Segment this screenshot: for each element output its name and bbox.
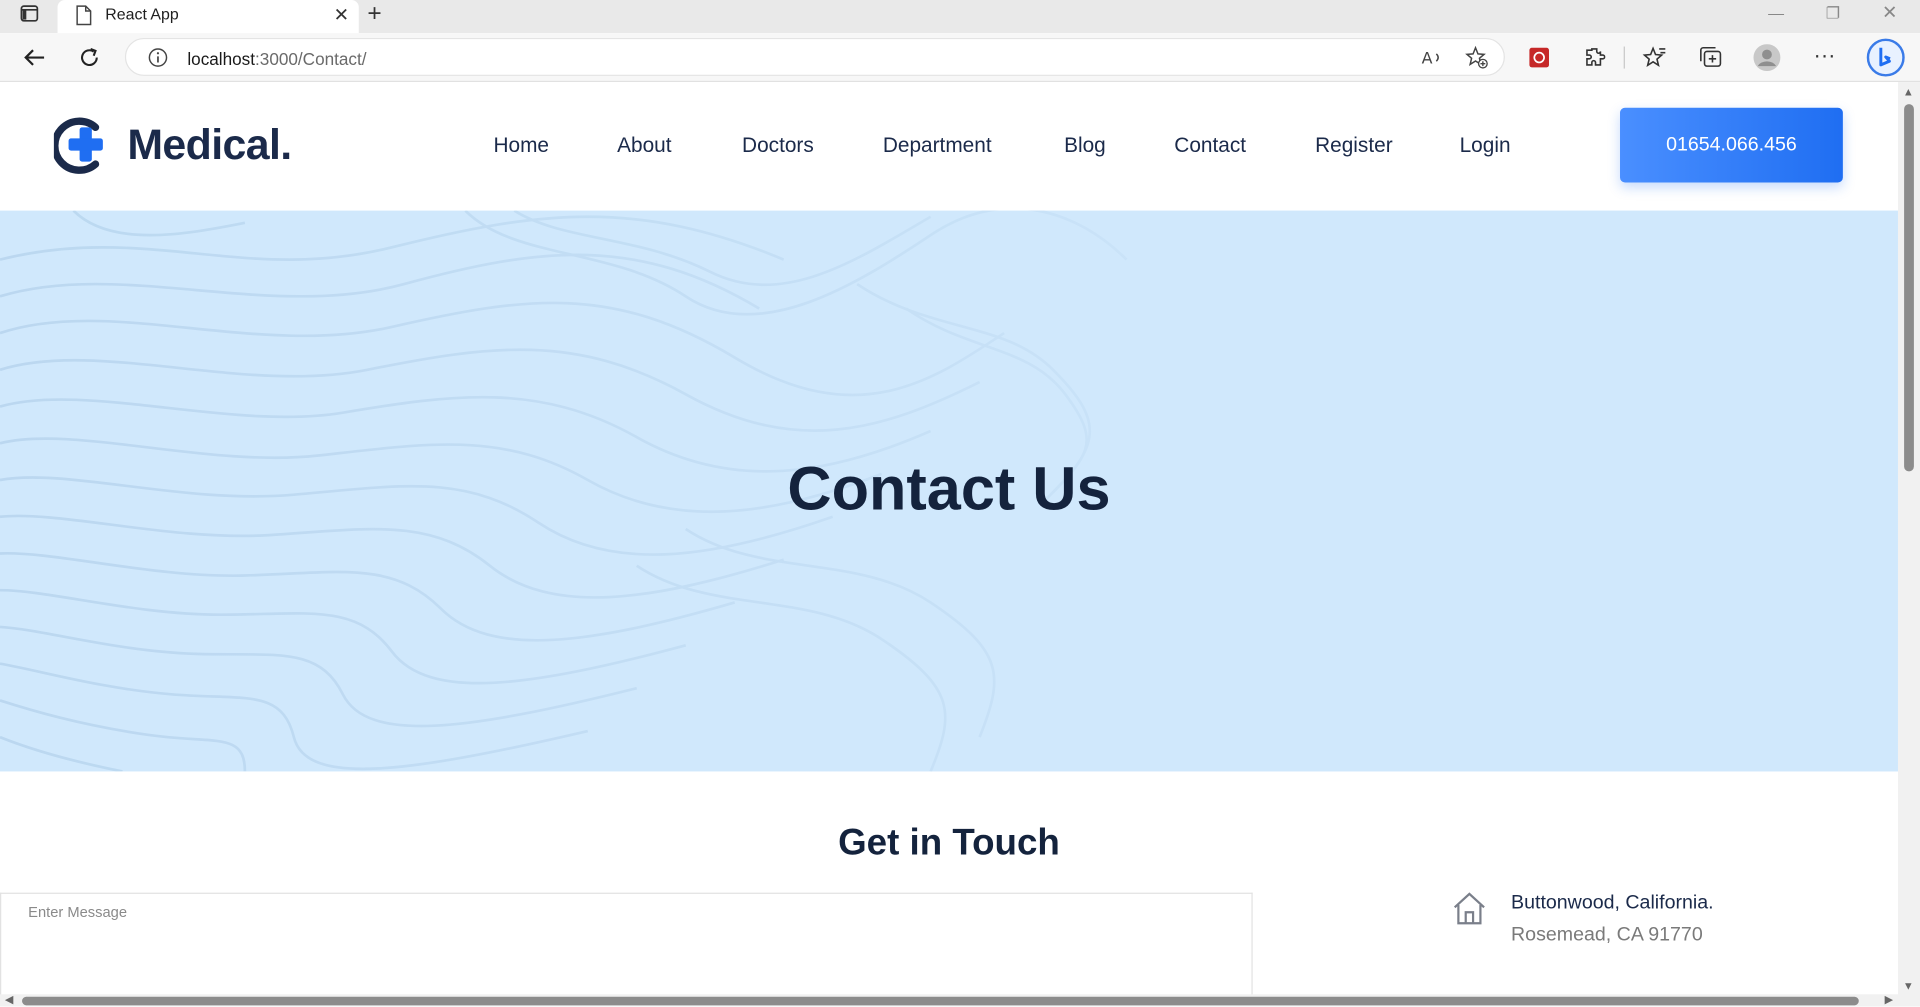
url-host: localhost <box>187 48 256 69</box>
favorites-icon[interactable] <box>1641 44 1668 71</box>
get-in-touch-heading: Get in Touch <box>838 822 1060 864</box>
favorite-add-icon[interactable] <box>1463 44 1490 71</box>
restore-icon[interactable]: ❐ <box>1826 4 1840 24</box>
browser-toolbar: localhost:3000/Contact/ A ··· <box>0 33 1920 83</box>
address-bar[interactable]: localhost:3000/Contact/ A <box>124 37 1505 76</box>
nav-about[interactable]: About <box>617 133 671 157</box>
reload-icon[interactable] <box>76 44 103 71</box>
scroll-up-icon[interactable]: ▲ <box>1903 86 1914 98</box>
back-icon[interactable] <box>21 44 48 71</box>
extensions-icon[interactable] <box>1581 44 1608 71</box>
more-menu-icon[interactable]: ··· <box>1811 42 1838 69</box>
tab-title: React App <box>105 4 179 24</box>
page-icon <box>75 5 92 32</box>
logo-text: Medical. <box>127 121 292 169</box>
nav-doctors[interactable]: Doctors <box>742 133 814 157</box>
read-aloud-icon[interactable]: A <box>1419 44 1446 71</box>
nav-department[interactable]: Department <box>883 133 992 157</box>
toolbar-divider <box>1623 46 1625 69</box>
phone-button[interactable]: 01654.066.456 <box>1620 107 1843 183</box>
site-info-icon[interactable] <box>148 48 168 74</box>
nav-register[interactable]: Register <box>1315 133 1393 157</box>
logo[interactable]: Medical. <box>53 116 292 175</box>
new-tab-icon[interactable]: + <box>367 0 381 28</box>
nav-blog[interactable]: Blog <box>1064 133 1106 157</box>
svg-text:A: A <box>1422 49 1433 68</box>
nav-contact[interactable]: Contact <box>1174 133 1246 157</box>
home-address-icon <box>1451 890 1488 933</box>
vertical-scroll-thumb[interactable] <box>1904 104 1914 472</box>
hero-banner: Contact Us <box>0 210 1898 772</box>
browser-window: React App ✕ + — ❐ ✕ localhost:3000/Conta… <box>0 0 1920 1007</box>
nav-home[interactable]: Home <box>493 133 549 157</box>
nav-login[interactable]: Login <box>1460 133 1511 157</box>
scroll-left-icon[interactable]: ◀ <box>5 993 13 1006</box>
horizontal-scroll-thumb[interactable] <box>22 996 1859 1006</box>
sidebar-toggle-icon[interactable] <box>20 4 40 30</box>
extension-red-icon[interactable] <box>1526 44 1553 71</box>
vertical-scrollbar[interactable]: ▲ ▼ <box>1897 82 1920 1007</box>
tab-close-icon[interactable]: ✕ <box>334 4 349 26</box>
site-header: Medical. Home About Doctors Department B… <box>0 82 1898 211</box>
url-text[interactable]: localhost:3000/Contact/ <box>187 49 366 69</box>
medical-cross-logo-icon <box>53 117 103 174</box>
minimize-icon[interactable]: — <box>1768 4 1784 22</box>
horizontal-scrollbar[interactable]: ◀ ▶ <box>0 993 1898 1007</box>
message-field[interactable] <box>0 892 1253 1007</box>
tab-bar: React App ✕ + — ❐ ✕ <box>0 0 1920 34</box>
window-close-icon[interactable]: ✕ <box>1882 1 1897 23</box>
scroll-down-icon[interactable]: ▼ <box>1903 980 1914 992</box>
active-tab[interactable]: React App ✕ <box>57 0 359 34</box>
address-line-2: Rosemead, CA 91770 <box>1511 924 1703 946</box>
bing-copilot-icon[interactable] <box>1866 38 1905 77</box>
address-line-1: Buttonwood, California. <box>1511 892 1714 914</box>
profile-avatar-icon[interactable] <box>1753 44 1781 72</box>
web-page: Medical. Home About Doctors Department B… <box>0 82 1898 1007</box>
page-title: Contact Us <box>787 454 1111 523</box>
scroll-right-icon[interactable]: ▶ <box>1885 993 1893 1006</box>
collections-icon[interactable] <box>1697 44 1724 71</box>
url-path: :3000/Contact/ <box>255 48 367 69</box>
